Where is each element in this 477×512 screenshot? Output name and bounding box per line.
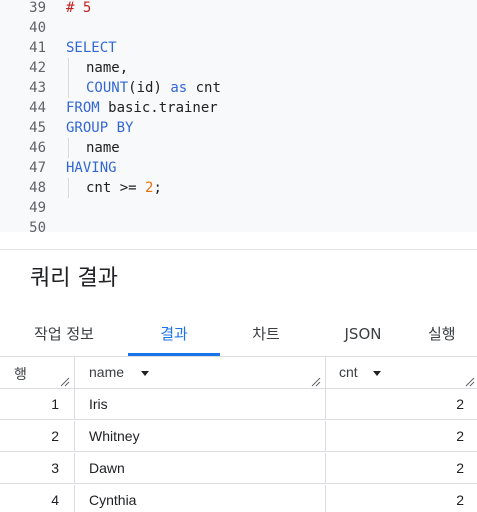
line-number: 42 [29,60,46,76]
tab-chart[interactable]: 차트 [226,312,306,356]
code-area[interactable]: # 5 SELECT name, COUNT(id) as cnt FROM basic… [66,0,477,232]
cell-cnt[interactable]: 2 [330,453,464,484]
indent-guide [68,138,86,158]
line-number: 50 [29,220,46,232]
code-line[interactable]: # 5 [66,0,91,18]
sort-down-icon[interactable] [141,371,149,376]
tab-json[interactable]: JSON [322,312,404,356]
code-token: HAVING [66,160,117,176]
code-token: basic.trainer [99,100,218,116]
code-token: FROM [66,100,100,116]
active-tab-indicator [128,353,220,356]
code-token: name, [86,60,129,76]
code-token: GROUP BY [66,120,134,136]
line-number: 47 [29,160,46,176]
code-token: name [86,140,120,156]
line-number: 44 [29,100,46,116]
column-header-row-label: 행 [14,366,27,382]
column-divider [74,389,75,420]
cell-cnt[interactable]: 2 [330,389,464,420]
code-line[interactable]: FROM basic.trainer [66,98,218,118]
table-row[interactable]: 4 Cynthia 2 [0,485,477,512]
cell-name[interactable]: Iris [89,389,108,420]
line-number: 45 [29,120,46,136]
code-token: COUNT [86,80,129,96]
code-line[interactable]: cnt >= 2; [66,178,162,198]
column-divider [325,357,326,389]
line-number: 40 [29,20,46,36]
column-header-row: 행 [0,357,74,389]
table-header: 행 name cnt [0,357,477,389]
cell-name[interactable]: Dawn [89,453,125,484]
column-divider [325,453,326,484]
line-number: 41 [29,40,46,56]
table-row[interactable]: 1 Iris 2 [0,389,477,420]
row-number: 1 [51,396,59,412]
row-number: 3 [51,460,59,476]
column-header-name[interactable]: name [75,357,325,389]
column-divider [74,421,75,452]
line-number: 46 [29,140,46,156]
cell-name[interactable]: Cynthia [89,485,136,512]
column-header-cnt-label: cnt [339,364,358,380]
code-token: cnt >= [86,180,146,196]
indent-guide [68,78,86,98]
cell-cnt[interactable]: 2 [330,421,464,452]
row-number: 4 [51,492,59,508]
column-divider [74,453,75,484]
code-line[interactable]: GROUP BY [66,118,133,138]
resize-handle-icon[interactable] [311,377,321,387]
column-divider [74,357,75,389]
code-token: (id) [128,80,171,96]
code-token: as [170,80,188,96]
column-header-name-label: name [89,364,125,380]
tab-job-info[interactable]: 작업 정보 [14,312,114,356]
results-tabs: 작업 정보 결과 차트 JSON 실행 [0,312,477,357]
panel-divider[interactable] [0,249,477,250]
column-divider [325,485,326,512]
code-line[interactable]: SELECT [66,38,117,58]
line-number: 49 [29,200,46,216]
cell-name[interactable]: Whitney [89,421,140,452]
column-divider [325,421,326,452]
tab-execution[interactable]: 실행 [428,312,477,356]
code-token: SELECT [66,40,117,56]
code-line[interactable]: COUNT(id) as cnt [66,78,221,98]
code-line[interactable]: name, [66,58,128,78]
code-token: ; [153,180,162,196]
code-line[interactable]: HAVING [66,158,117,178]
line-number-gutter: 39 40 41 42 43 44 45 46 47 48 49 50 [0,0,60,232]
table-row[interactable]: 2 Whitney 2 [0,421,477,452]
line-number: 39 [29,0,46,16]
code-token: cnt [187,80,221,96]
resize-handle-icon[interactable] [60,377,70,387]
sort-down-icon[interactable] [373,371,381,376]
row-number: 2 [51,428,59,444]
resize-handle-icon[interactable] [465,377,475,387]
results-title: 쿼리 결과 [30,266,118,291]
line-number: 43 [29,80,46,96]
cell-cnt[interactable]: 2 [330,485,464,512]
column-divider [325,389,326,420]
sql-editor[interactable]: 39 40 41 42 43 44 45 46 47 48 49 50 # 5 SELECT name, C… [0,0,477,232]
tab-results[interactable]: 결과 [128,312,220,356]
code-token: # 5 [66,0,92,16]
column-divider [74,485,75,512]
indent-guide [68,178,86,198]
indent-guide [68,58,86,78]
table-row[interactable]: 3 Dawn 2 [0,453,477,484]
code-line[interactable]: name [66,138,120,158]
column-header-cnt[interactable]: cnt [326,357,477,389]
line-number: 48 [29,180,46,196]
